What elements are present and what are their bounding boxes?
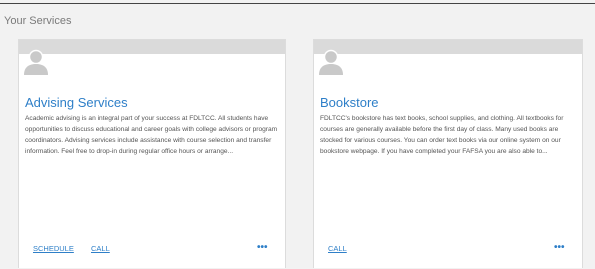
call-link[interactable]: CALL	[328, 244, 347, 253]
service-card-advising: Advising Services Academic advising is a…	[18, 39, 286, 268]
card-header-bar	[314, 40, 582, 54]
section-title: Your Services	[4, 15, 72, 27]
more-options-icon[interactable]: •••	[554, 242, 565, 253]
card-actions: SCHEDULE CALL •••	[19, 242, 285, 256]
user-silhouette-icon	[23, 48, 49, 76]
card-title[interactable]: Advising Services	[25, 95, 128, 110]
more-options-icon[interactable]: •••	[257, 242, 268, 253]
card-title[interactable]: Bookstore	[320, 95, 379, 110]
card-description: Academic advising is an integral part of…	[25, 115, 278, 155]
card-actions: CALL •••	[314, 242, 582, 256]
card-description: FDLTCC's bookstore has text books, schoo…	[320, 115, 564, 155]
service-card-bookstore: Bookstore FDLTCC's bookstore has text bo…	[313, 39, 583, 268]
user-silhouette-icon	[318, 48, 344, 76]
call-link[interactable]: CALL	[91, 244, 110, 253]
top-divider	[0, 3, 595, 4]
schedule-link[interactable]: SCHEDULE	[33, 244, 74, 253]
card-header-bar	[19, 40, 285, 54]
